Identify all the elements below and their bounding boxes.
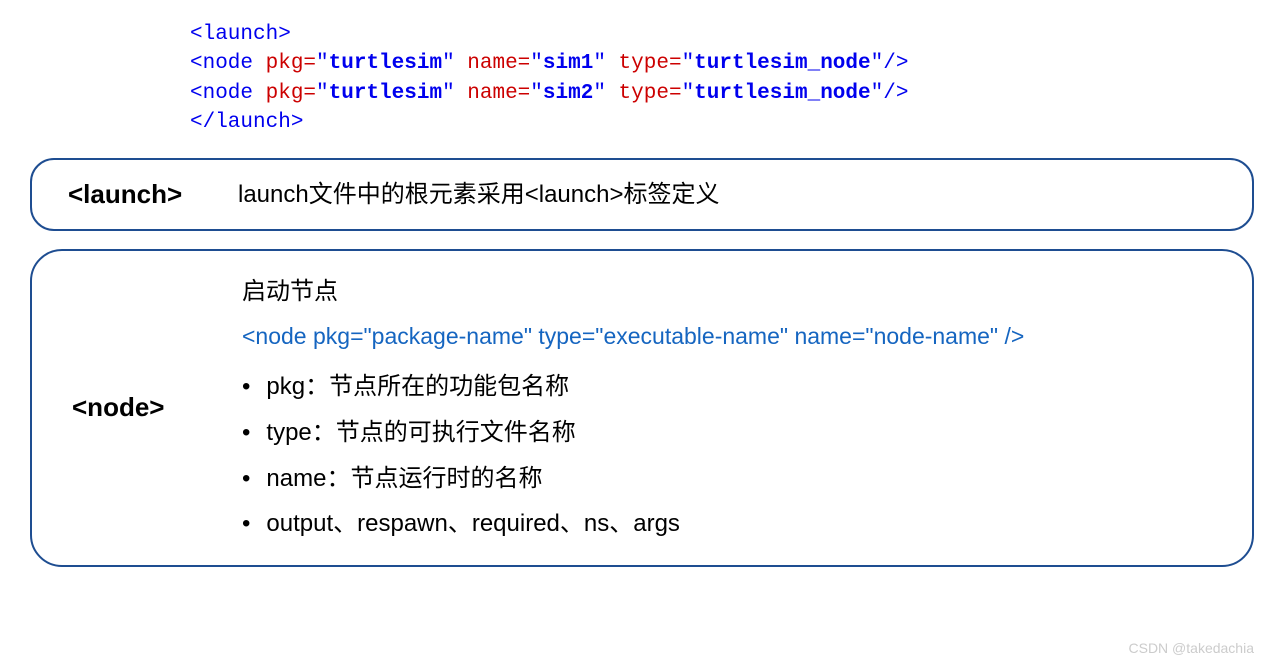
list-item: pkg：节点所在的功能包名称	[242, 364, 1024, 410]
code-line-2: <node pkg="turtlesim" name="sim1" type="…	[190, 49, 1264, 78]
code-line-1: <launch>	[190, 20, 1264, 49]
launch-open-tag: <launch>	[190, 23, 291, 46]
node-label: <node>	[56, 392, 242, 423]
code-example: <launch> <node pkg="turtlesim" name="sim…	[190, 20, 1264, 138]
launch-close-tag: </launch>	[190, 111, 303, 134]
node-attributes-list: pkg：节点所在的功能包名称 type：节点的可执行文件名称 name：节点运行…	[242, 364, 1024, 546]
node-title: 启动节点	[242, 269, 1024, 315]
launch-tag-box: <launch> launch文件中的根元素采用<launch>标签定义	[30, 158, 1254, 232]
list-item: name：节点运行时的名称	[242, 456, 1024, 502]
list-item: type：节点的可执行文件名称	[242, 410, 1024, 456]
launch-label: <launch>	[52, 179, 238, 210]
launch-description: launch文件中的根元素采用<launch>标签定义	[238, 172, 719, 218]
node-tag-box: <node> 启动节点 <node pkg="package-name" typ…	[30, 249, 1254, 567]
code-line-4: </launch>	[190, 108, 1264, 137]
watermark: CSDN @takedachia	[1129, 640, 1255, 656]
list-item: output、respawn、required、ns、args	[242, 501, 1024, 547]
node-content: 启动节点 <node pkg="package-name" type="exec…	[242, 269, 1024, 547]
code-line-3: <node pkg="turtlesim" name="sim2" type="…	[190, 79, 1264, 108]
node-syntax-example: <node pkg="package-name" type="executabl…	[242, 315, 1024, 359]
